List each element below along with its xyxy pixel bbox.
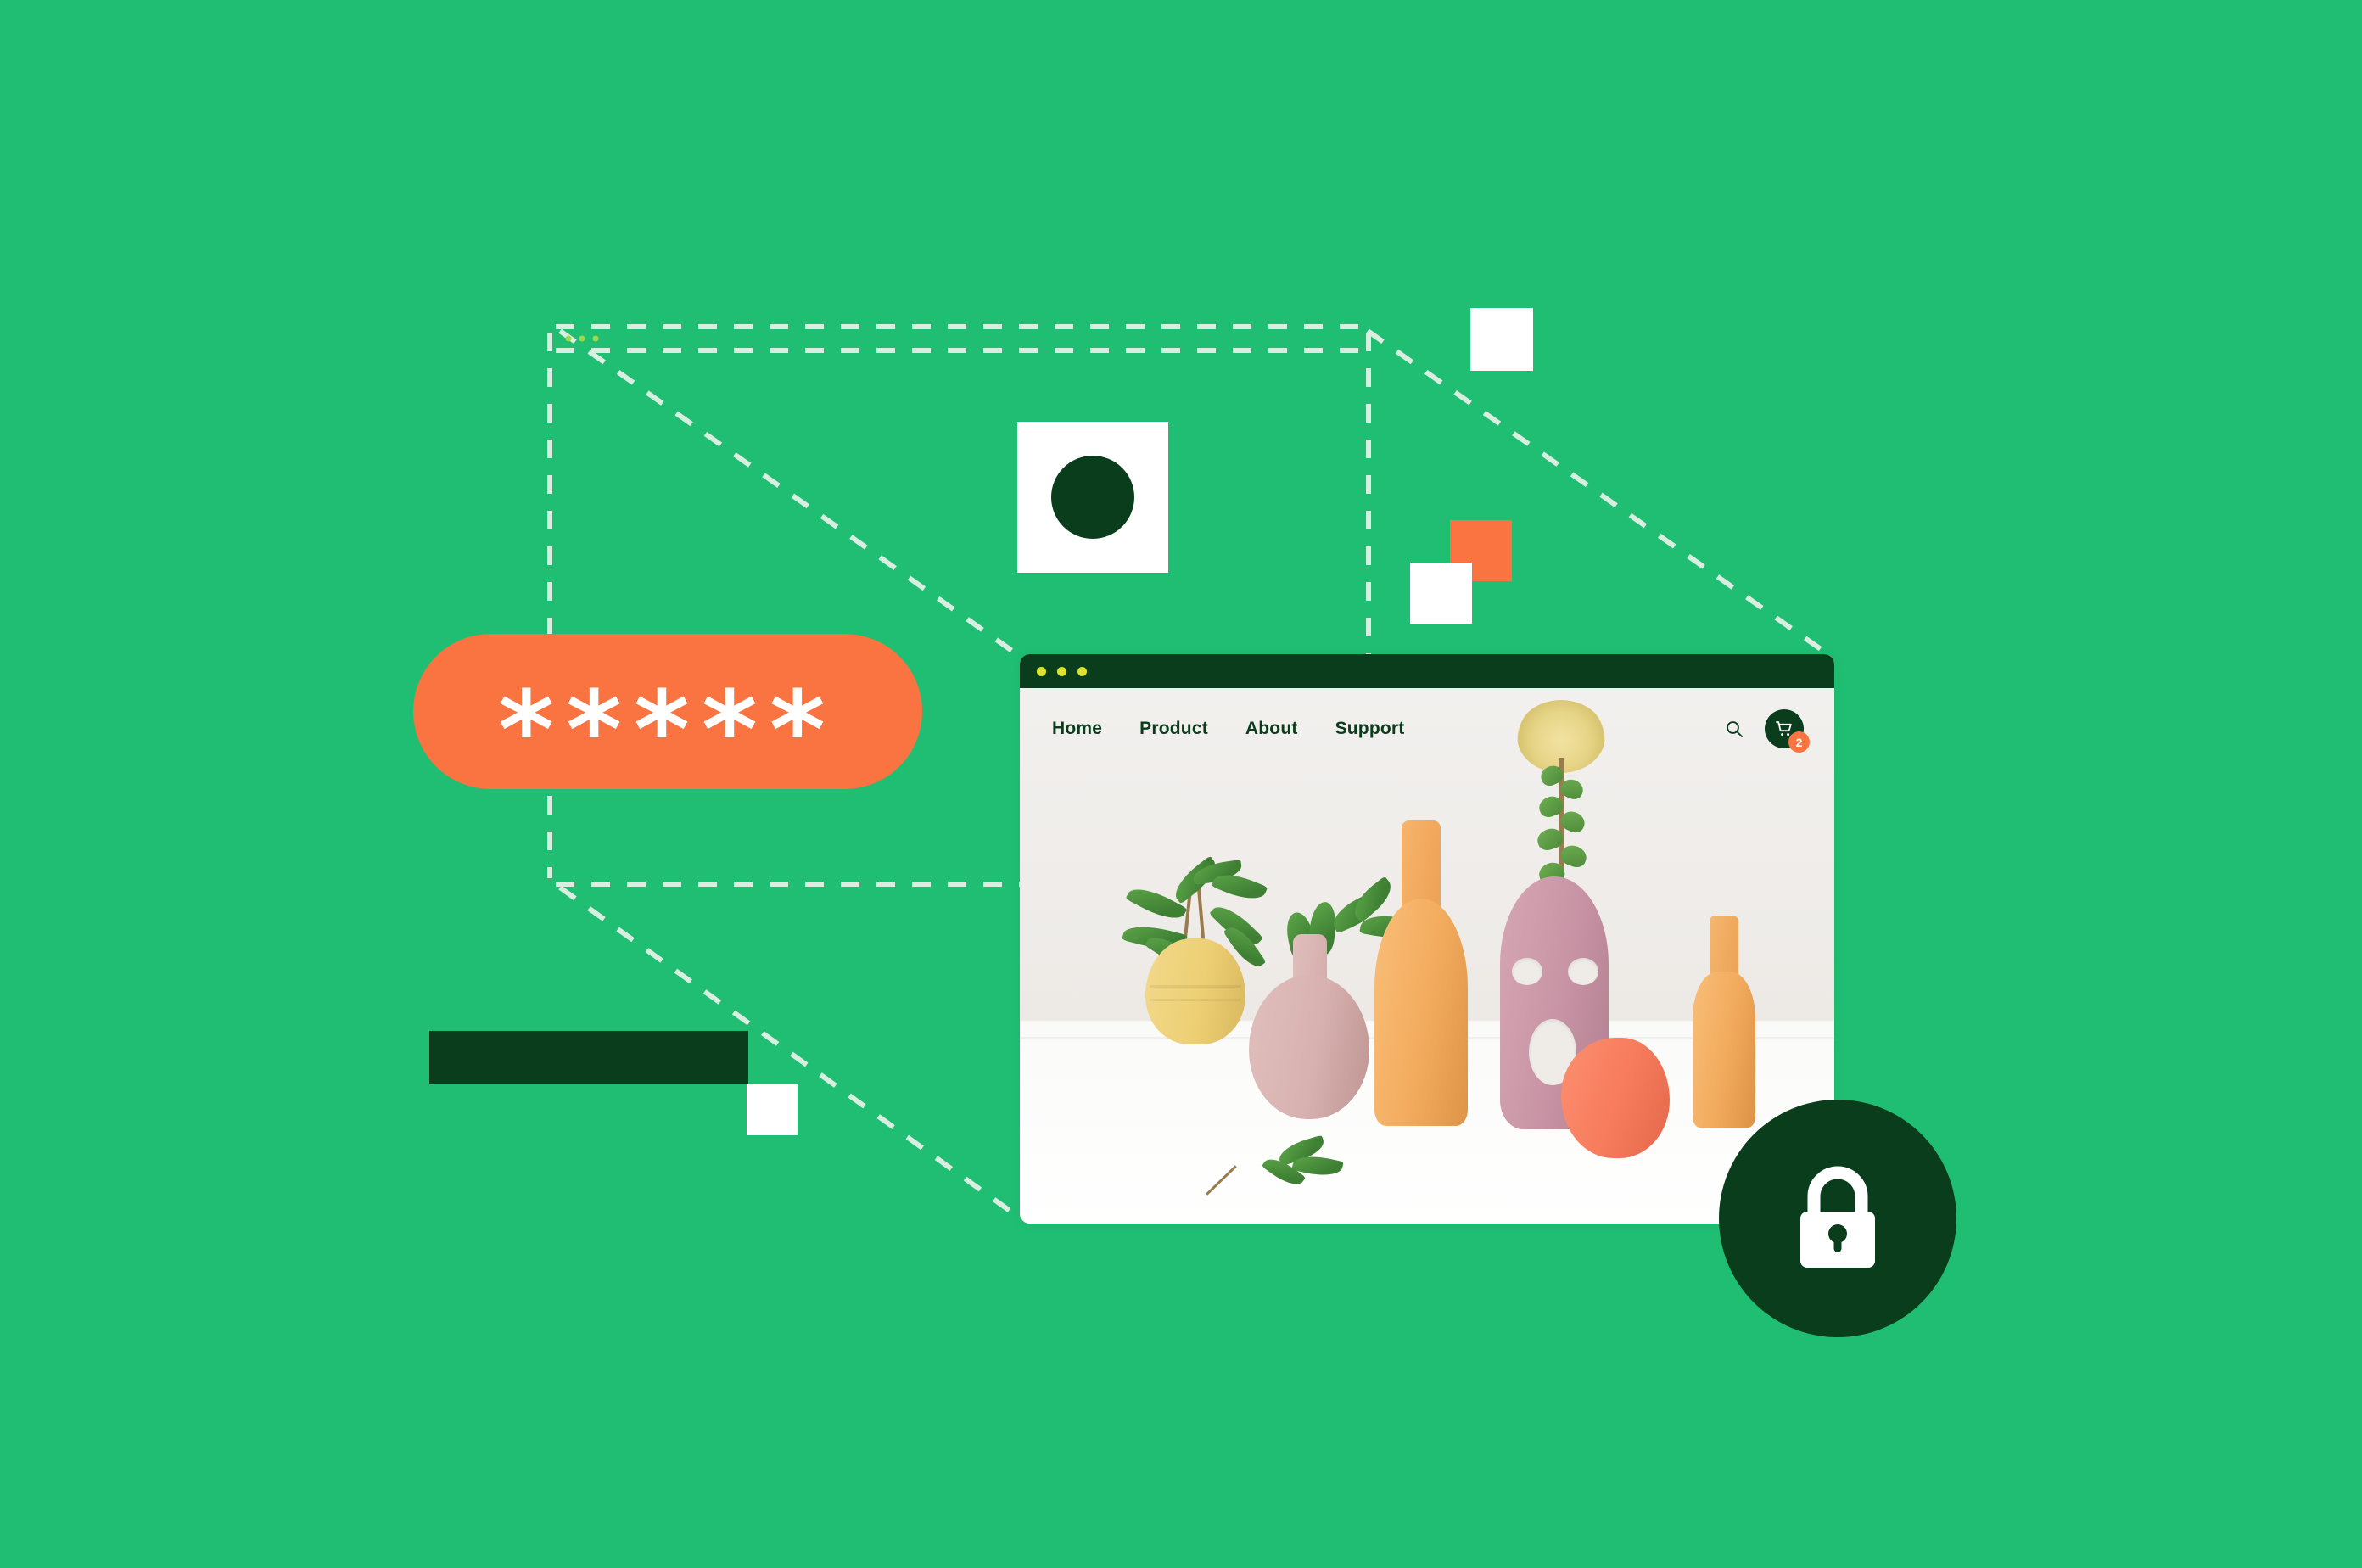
illustration-canvas: ***** Home Product About Support 2 — [0, 0, 2362, 1568]
browser-viewport: Home Product About Support 2 — [1020, 688, 1834, 1224]
vase-coral-round — [1561, 1038, 1670, 1158]
vase-orange-tall-body — [1374, 899, 1468, 1126]
vase-mauve-hole-left — [1512, 958, 1542, 985]
cart-item-count-badge: 2 — [1788, 731, 1810, 753]
password-masked-value: ***** — [498, 667, 837, 792]
lock-badge — [1719, 1100, 1956, 1337]
site-navigation-bar: Home Product About Support 2 — [1020, 688, 1834, 770]
fallen-stem — [1206, 1165, 1237, 1196]
padlock-closed-icon — [1800, 1166, 1875, 1268]
search-icon[interactable] — [1722, 717, 1746, 741]
nav-action-group: 2 — [1722, 709, 1810, 753]
nav-link-group: Home Product About Support — [1052, 719, 1404, 739]
traffic-light-dot-3[interactable] — [1077, 666, 1087, 676]
browser-window: Home Product About Support 2 — [1020, 654, 1834, 1224]
decoration-square-white-bottom — [747, 1084, 798, 1135]
traffic-light-dot-2[interactable] — [1057, 666, 1066, 676]
decoration-square-white-mid — [1410, 563, 1472, 624]
vase-yellow-ribbed — [1145, 938, 1245, 1044]
vase-orange-right-bottle — [1693, 916, 1755, 1128]
decoration-square-with-circle — [1017, 422, 1168, 573]
vase-orange-tall-bottle — [1374, 820, 1468, 1126]
nav-link-about[interactable]: About — [1245, 719, 1298, 739]
vase-mauve-hole-right — [1568, 958, 1598, 985]
decoration-square-white-top — [1470, 308, 1533, 371]
traffic-light-dot-1[interactable] — [1037, 666, 1046, 676]
nav-link-home[interactable]: Home — [1052, 719, 1102, 739]
browser-titlebar — [1020, 654, 1834, 688]
dark-circle-dot — [1051, 456, 1134, 539]
vase-pink-body — [1249, 975, 1369, 1119]
vase-pink-bulb — [1249, 934, 1369, 1119]
password-field[interactable]: ***** — [413, 634, 922, 789]
decoration-bar-dark — [429, 1031, 748, 1084]
shopping-cart-icon[interactable]: 2 — [1765, 709, 1810, 753]
vase-orange-right-body — [1693, 972, 1755, 1128]
nav-link-support[interactable]: Support — [1335, 719, 1405, 739]
nav-link-product[interactable]: Product — [1139, 719, 1208, 739]
